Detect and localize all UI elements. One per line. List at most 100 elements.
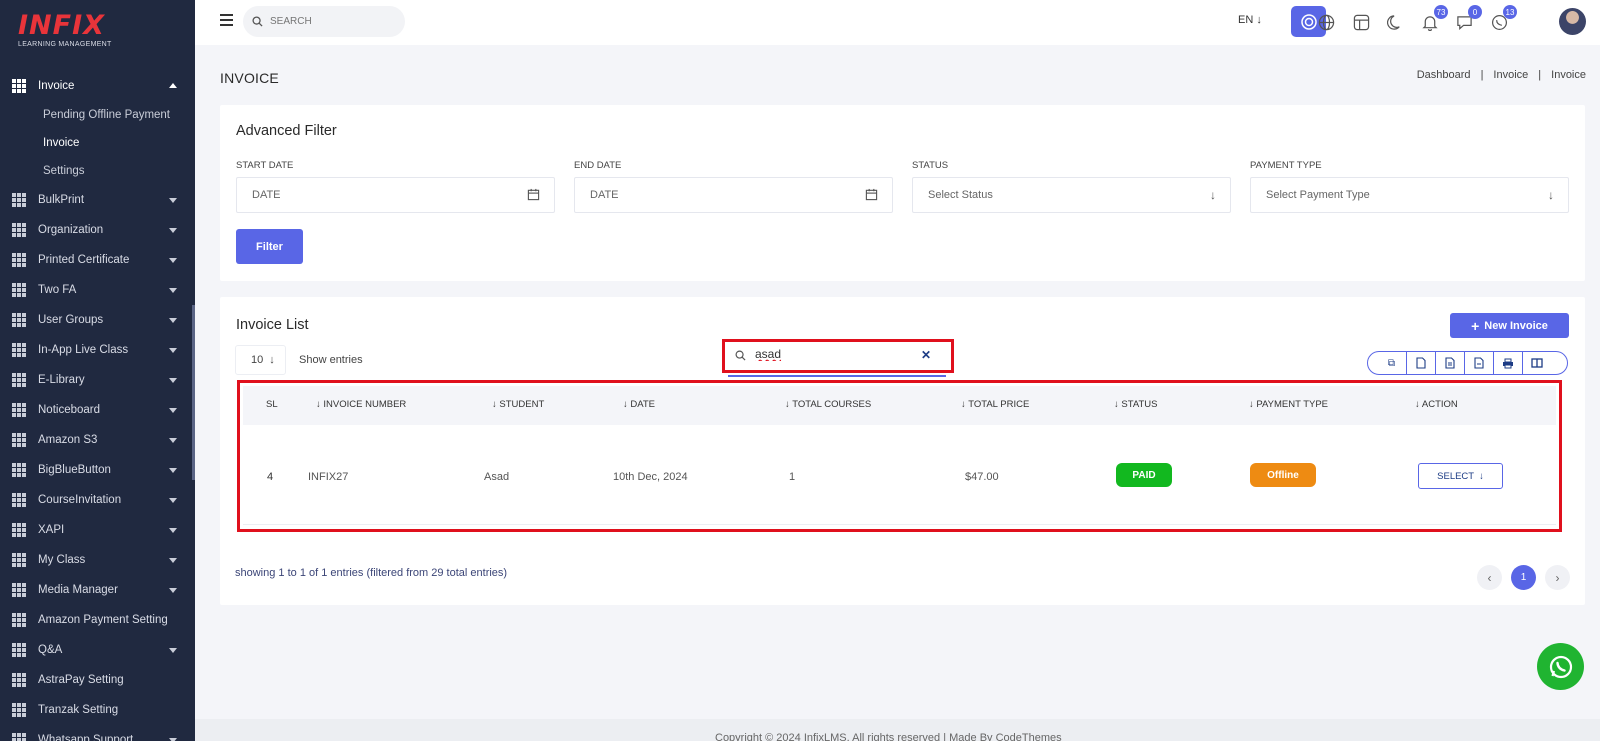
sidebar-scrollbar[interactable] (192, 305, 195, 480)
message-icon[interactable]: 0 (1453, 5, 1482, 33)
grid-icon (12, 253, 26, 267)
avatar[interactable] (1559, 8, 1586, 35)
new-invoice-label: New Invoice (1484, 319, 1548, 332)
action-select-button[interactable]: SELECT ↓ (1418, 463, 1503, 489)
sidebar-item-in-app-live-class[interactable]: In-App Live Class (0, 335, 195, 365)
language-select[interactable]: EN ↓ (1238, 14, 1262, 26)
chevron-right-icon: › (1555, 570, 1560, 585)
sidebar-item-label: Two FA (38, 284, 77, 296)
sidebar-item-q-a[interactable]: Q&A (0, 635, 195, 665)
grid-icon (12, 223, 26, 237)
moon-icon[interactable] (1384, 11, 1406, 33)
breadcrumb-separator: | (1480, 69, 1484, 81)
table-search-input[interactable] (755, 347, 905, 361)
export-csv-button[interactable] (1406, 352, 1435, 374)
whatsapp-support-button[interactable] (1537, 643, 1584, 690)
topbar: EN ↓ 73 0 13 (195, 0, 1600, 45)
copy-button[interactable]: ⧉ (1377, 352, 1406, 374)
grid-icon (12, 553, 26, 567)
sidebar-item-organization[interactable]: Organization (0, 215, 195, 245)
sidebar-item-bulkprint[interactable]: BulkPrint (0, 185, 195, 215)
globe-icon[interactable] (1315, 11, 1337, 33)
filter-button[interactable]: Filter (236, 229, 303, 264)
page-length-value: 10 (251, 354, 264, 366)
caret-down-icon (169, 648, 177, 653)
breadcrumb-invoice[interactable]: Invoice (1493, 69, 1528, 81)
sidebar-item-e-library[interactable]: E-Library (0, 365, 195, 395)
start-date-input[interactable]: DATE (236, 177, 555, 213)
sidebar-item-label: Whatsapp Support (38, 734, 134, 741)
notification-bell-icon[interactable]: 73 (1419, 5, 1448, 33)
footer-text: Copyright © 2024 InfixLMS. All rights re… (715, 732, 1062, 741)
new-invoice-button[interactable]: + New Invoice (1450, 313, 1569, 338)
export-pdf-button[interactable] (1464, 352, 1493, 374)
column-header-date[interactable]: ↓ DATE (623, 399, 655, 410)
sidebar-item-xapi[interactable]: XAPI (0, 515, 195, 545)
sidebar-item-whatsapp-support[interactable]: Whatsapp Support (0, 725, 195, 741)
column-header-total-price[interactable]: ↓ TOTAL PRICE (961, 399, 1029, 410)
table-info: showing 1 to 1 of 1 entries (filtered fr… (235, 567, 508, 579)
sidebar-item-two-fa[interactable]: Two FA (0, 275, 195, 305)
next-page-button[interactable]: › (1545, 565, 1570, 590)
cell-student: Asad (484, 471, 510, 483)
sidebar-item-tranzak-setting[interactable]: Tranzak Setting (0, 695, 195, 725)
table-search[interactable]: ✕ (722, 339, 954, 377)
sidebar-subitem-invoice[interactable]: Invoice (0, 129, 195, 157)
logo[interactable]: INFIX LEARNING MANAGEMENT (18, 12, 128, 56)
chat-icon[interactable]: 13 (1488, 5, 1517, 33)
sidebar-subitem-pending-offline-payment[interactable]: Pending Offline Payment (0, 101, 195, 129)
sidebar-item-label: BigBlueButton (38, 464, 111, 476)
action-select-label: SELECT (1437, 470, 1475, 482)
sidebar-item-astrapay-setting[interactable]: AstraPay Setting (0, 665, 195, 695)
payment-type-select[interactable]: Select Payment Type ↓ (1250, 177, 1569, 213)
sidebar-subitem-settings[interactable]: Settings (0, 157, 195, 185)
sidebar-item-media-manager[interactable]: Media Manager (0, 575, 195, 605)
sidebar-item-label: CourseInvitation (38, 494, 122, 506)
sidebar-item-label: XAPI (38, 524, 65, 536)
sidebar-item-invoice[interactable]: Invoice (0, 71, 195, 101)
column-header-label: TOTAL COURSES (792, 399, 872, 410)
sidebar-item-amazon-s3[interactable]: Amazon S3 (0, 425, 195, 455)
sidebar-item-bigbluebutton[interactable]: BigBlueButton (0, 455, 195, 485)
printer-icon (1503, 358, 1513, 368)
column-header-label: PAYMENT TYPE (1256, 399, 1329, 410)
sidebar-item-label: Noticeboard (38, 404, 101, 416)
column-visibility-button[interactable] (1522, 352, 1551, 374)
sidebar-item-my-class[interactable]: My Class (0, 545, 195, 575)
export-excel-button[interactable] (1435, 352, 1464, 374)
sidebar-item-user-groups[interactable]: User Groups (0, 305, 195, 335)
column-header-invoice-number[interactable]: ↓ INVOICE NUMBER (316, 399, 406, 410)
status-label: STATUS (912, 160, 949, 171)
logo-subtitle: LEARNING MANAGEMENT (18, 41, 112, 48)
search-icon (252, 16, 263, 27)
sort-icon: ↓ (1415, 399, 1422, 410)
previous-page-button[interactable]: ‹ (1477, 565, 1502, 590)
column-header-payment-type[interactable]: ↓ PAYMENT TYPE (1249, 399, 1328, 410)
global-search-input[interactable] (270, 16, 390, 27)
advanced-filter-title: Advanced Filter (236, 123, 337, 139)
column-header-total-courses[interactable]: ↓ TOTAL COURSES (785, 399, 871, 410)
global-search[interactable] (243, 6, 405, 37)
sidebar: INFIX LEARNING MANAGEMENT Invoice Pendin… (0, 0, 195, 741)
column-header-sl[interactable]: SL (266, 399, 278, 410)
layout-icon[interactable] (1350, 11, 1372, 33)
column-header-student[interactable]: ↓ STUDENT (492, 399, 544, 410)
sidebar-item-noticeboard[interactable]: Noticeboard (0, 395, 195, 425)
breadcrumb-dashboard[interactable]: Dashboard (1417, 69, 1471, 81)
page-length-select[interactable]: 10 ↓ (235, 345, 286, 375)
end-date-input[interactable]: DATE (574, 177, 893, 213)
menu-toggle-icon[interactable] (220, 14, 233, 26)
column-header-action[interactable]: ↓ ACTION (1415, 399, 1458, 410)
column-header-label: ACTION (1421, 399, 1458, 410)
page-button-1[interactable]: 1 (1511, 565, 1536, 590)
status-select[interactable]: Select Status ↓ (912, 177, 1231, 213)
print-button[interactable] (1493, 352, 1522, 374)
payment-type-label: PAYMENT TYPE (1250, 160, 1322, 171)
status-badge: PAID (1116, 463, 1172, 487)
column-header-status[interactable]: ↓ STATUS (1114, 399, 1157, 410)
clear-search-icon[interactable]: ✕ (921, 348, 931, 362)
sidebar-subitem-label: Settings (43, 165, 85, 177)
sidebar-item-amazon-payment-setting[interactable]: Amazon Payment Setting (0, 605, 195, 635)
sidebar-item-printed-certificate[interactable]: Printed Certificate (0, 245, 195, 275)
sidebar-item-courseinvitation[interactable]: CourseInvitation (0, 485, 195, 515)
